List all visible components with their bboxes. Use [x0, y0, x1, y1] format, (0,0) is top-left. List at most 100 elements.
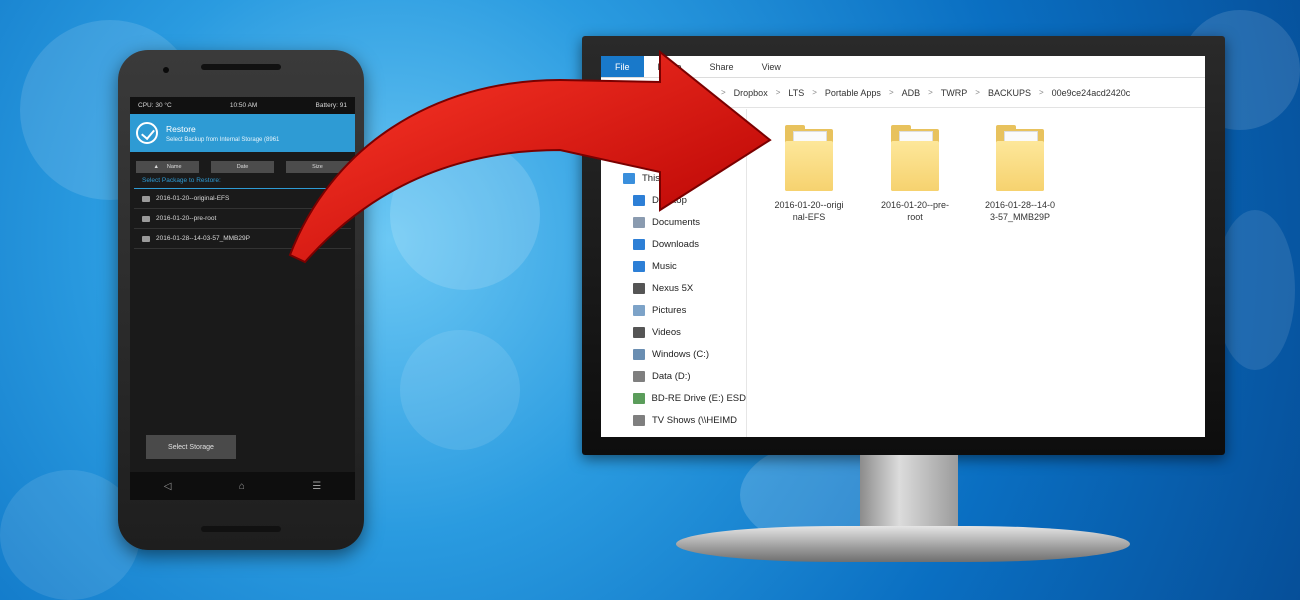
sidebar-item-label: Downloads [652, 238, 699, 250]
breadcrumb-separator-icon: > [812, 88, 817, 97]
sidebar-item-pictures[interactable]: Pictures [601, 299, 746, 321]
sidebar-item-label: This PC [642, 172, 676, 184]
sort-size-label: Size [312, 164, 323, 170]
breadcrumb-item[interactable]: Dropbox [734, 88, 768, 98]
sidebar-item-data-d[interactable]: Data (D:) [601, 365, 746, 387]
sidebar-item-label: Desktop [652, 194, 687, 206]
bokeh-light [390, 140, 540, 290]
breadcrumb-separator-icon: > [975, 88, 980, 97]
tab-share[interactable]: Share [696, 56, 748, 77]
sidebar-item-nexus-5x[interactable]: Nexus 5X [601, 277, 746, 299]
folder-name-line1: 2016-01-28--14-0 [984, 200, 1056, 210]
tab-home[interactable]: Home [644, 56, 696, 77]
bokeh-light [400, 330, 520, 450]
pictures-icon [633, 304, 645, 316]
breadcrumb-separator-icon: > [775, 88, 781, 97]
backup-item[interactable]: 2016-01-20--pre-root [134, 209, 351, 229]
battery-level: Battery: 91 [315, 102, 347, 109]
sidebar-item-quick-access[interactable]: Quick access [601, 115, 746, 137]
sidebar-item-label: Pictures [652, 304, 687, 316]
backup-item[interactable]: 2016-01-28--14-03-57_MMB29P [134, 229, 351, 249]
folder-icon [142, 235, 150, 242]
folder-icon [785, 125, 833, 191]
folder-name-line2: root [907, 212, 923, 222]
back-icon[interactable]: ◁ [164, 481, 172, 492]
sidebar-item-music[interactable]: Music [601, 255, 746, 277]
folder-item[interactable]: 2016-01-20--pre- root [865, 125, 965, 223]
sort-by-name-button[interactable]: ▲ Name [136, 161, 199, 173]
dropbox-icon [625, 142, 637, 154]
sidebar-item-label: Videos [652, 326, 681, 338]
folder-icon [142, 195, 150, 202]
breadcrumb-item[interactable]: TWRP [941, 88, 968, 98]
restore-header: Restore Select Backup from Internal Stor… [130, 114, 355, 152]
backup-item-label: 2016-01-20--original-EFS [156, 195, 230, 202]
tab-view[interactable]: View [748, 56, 795, 77]
sidebar-item-label: Windows (C:) [652, 348, 710, 360]
restore-icon [136, 122, 158, 144]
folder-icon [891, 125, 939, 191]
sidebar-item-this-pc[interactable]: This PC [601, 167, 746, 189]
tab-file[interactable]: File [601, 56, 644, 77]
sidebar-item-label: TV Shows (\\HEIMD [652, 414, 737, 426]
sidebar-item-label: Music [652, 260, 677, 272]
folder-name-line1: 2016-01-20--origi [774, 200, 844, 210]
breadcrumb-separator-icon: > [721, 88, 726, 97]
breadcrumb-separator-icon: > [928, 88, 933, 97]
recents-icon[interactable]: ☰ [312, 481, 321, 492]
sidebar-item-label: Quick access [644, 120, 701, 132]
folder-item[interactable]: 2016-01-28--14-0 3-57_MMB29P [970, 125, 1070, 223]
sidebar-item-bd-re-drive[interactable]: BD-RE Drive (E:) ESD [601, 387, 746, 409]
navigation-pane: Quick access Dropbox This PC Desktop Doc… [601, 109, 747, 437]
sidebar-item-dropbox[interactable]: Dropbox [601, 137, 746, 159]
twrp-screen: CPU: 30 °C 10:50 AM Battery: 91 Restore … [130, 97, 355, 500]
folder-name-line2: nal-EFS [792, 212, 826, 222]
sort-by-date-button[interactable]: Date [211, 161, 274, 173]
sidebar-item-tv-shows[interactable]: TV Shows (\\HEIMD [601, 409, 746, 431]
computer-icon [623, 172, 635, 184]
breadcrumb-item[interactable]: ADB [902, 88, 921, 98]
folder-name-line2: 3-57_MMB29P [989, 212, 1051, 222]
status-bar: CPU: 30 °C 10:50 AM Battery: 91 [130, 97, 355, 114]
address-bar-breadcrumb[interactable]: > Dropbox > LTS > Portable Apps > ADB > … [601, 78, 1205, 108]
warning-icon: ▲ [153, 164, 159, 170]
select-storage-button[interactable]: Select Storage [146, 435, 236, 459]
desktop-icon [633, 194, 645, 206]
sidebar-item-desktop[interactable]: Desktop [601, 189, 746, 211]
breadcrumb-item[interactable]: 00e9ce24acd2420c [1052, 88, 1131, 98]
drive-icon [633, 348, 645, 360]
select-package-label: Select Package to Restore: [134, 173, 351, 189]
file-list-area: 2016-01-20--origi nal-EFS 2016-01-20--pr… [747, 109, 1205, 437]
sidebar-item-label: BD-RE Drive (E:) ESD [651, 392, 746, 404]
folder-item[interactable]: 2016-01-20--origi nal-EFS [759, 125, 859, 223]
breadcrumb-item[interactable]: LTS [788, 88, 804, 98]
folder-icon [996, 125, 1044, 191]
folder-icon [142, 215, 150, 222]
network-drive-icon [633, 414, 645, 426]
sidebar-item-videos[interactable]: Videos [601, 321, 746, 343]
sidebar-item-downloads[interactable]: Downloads [601, 233, 746, 255]
breadcrumb-item[interactable]: BACKUPS [988, 88, 1031, 98]
sort-by-size-button[interactable]: Size [286, 161, 349, 173]
sort-row: ▲ Name Date Size [130, 152, 355, 173]
sidebar-item-documents[interactable]: Documents [601, 211, 746, 233]
front-camera [163, 67, 169, 73]
backup-item[interactable]: 2016-01-20--original-EFS [134, 189, 351, 209]
restore-title: Restore [166, 123, 196, 134]
file-explorer-window: File Home Share View > Dropbox > LTS > P… [601, 56, 1205, 437]
sidebar-item-label: Dropbox [644, 142, 680, 154]
breadcrumb-separator-icon: > [888, 88, 894, 97]
home-icon[interactable]: ⌂ [239, 481, 245, 492]
sidebar-item-windows-c[interactable]: Windows (C:) [601, 343, 746, 365]
disc-drive-icon [633, 392, 645, 404]
restore-subtitle: Select Backup from Internal Storage (896… [166, 136, 280, 143]
drive-icon [633, 370, 645, 382]
documents-icon [633, 216, 645, 228]
sidebar-item-label: Nexus 5X [652, 282, 694, 294]
status-time: 10:50 AM [229, 102, 258, 109]
breadcrumb-item[interactable]: Portable Apps [825, 88, 881, 98]
folder-name-line1: 2016-01-20--pre- [880, 200, 950, 210]
android-nav-bar: ◁ ⌂ ☰ [130, 472, 355, 500]
sort-name-label: Name [166, 164, 182, 170]
sidebar-item-label: Data (D:) [652, 370, 691, 382]
